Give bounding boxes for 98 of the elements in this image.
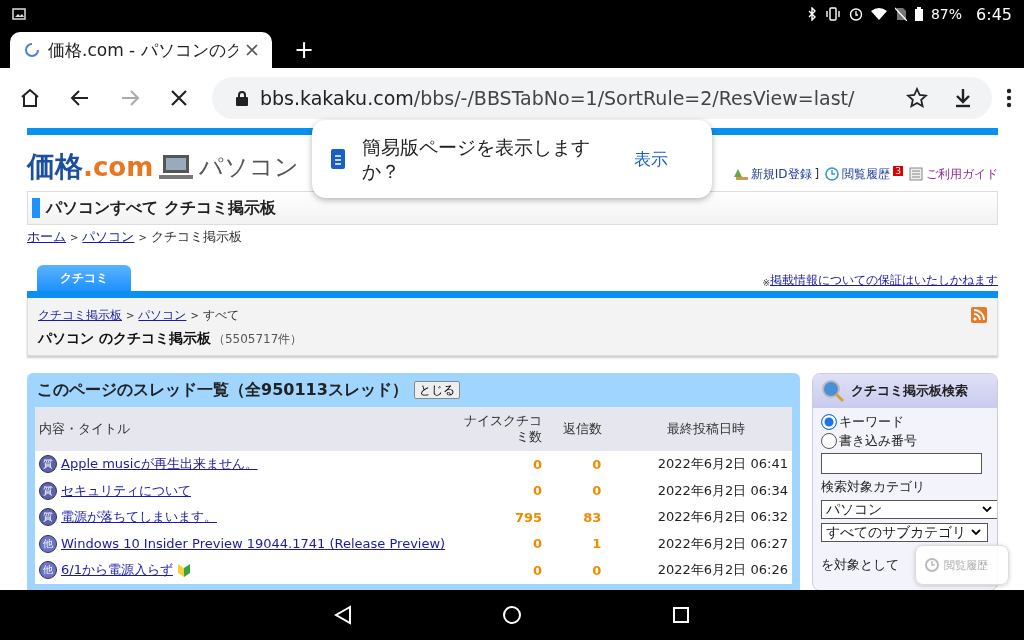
rss-icon[interactable]: [971, 307, 987, 323]
close-icon[interactable]: [246, 44, 258, 56]
question-icon: 質: [39, 508, 57, 527]
thread-title-link[interactable]: Windows 10 Insider Preview 19044.1741 (Release Preview): [61, 536, 446, 552]
table-cell: 83: [546, 504, 620, 531]
table-cell: 0: [449, 557, 547, 584]
image-icon: [12, 8, 26, 20]
column-header: 返信数: [546, 407, 620, 451]
url-text: bbs.kakaku.com/bbs/-/BBSTabNo=1/SortRule=2/ResView=last/: [260, 87, 855, 109]
laptop-icon: [159, 153, 194, 181]
table-cell: 0: [449, 530, 547, 557]
table-cell: 2022年6月2日 06:32: [619, 504, 792, 531]
column-header: ナイスクチコミ数: [449, 407, 547, 451]
chevron-down-icon: [982, 506, 992, 513]
recents-square-icon[interactable]: [672, 606, 690, 624]
lock-icon: [236, 90, 248, 106]
thread-list-heading: このページのスレッド一覧（全950113スレッド）: [37, 379, 408, 401]
disclaimer-link[interactable]: 掲載情報についての保証はいたしかねます: [770, 272, 998, 289]
radio-label: キーワード: [839, 412, 904, 431]
table-cell: 0: [546, 477, 620, 504]
radio-button[interactable]: [821, 432, 837, 449]
site-logo[interactable]: 価格.com: [27, 148, 154, 186]
category-label: 検索対象カテゴリ: [821, 478, 926, 496]
prompt-message: 簡易版ページを表示しますか？: [362, 135, 591, 183]
collapse-button[interactable]: とじる: [413, 381, 460, 399]
address-bar[interactable]: bbs.kakaku.com/bbs/-/BBSTabNo=1/SortRule=2/ResView=last/: [212, 77, 992, 119]
table-cell: 1: [546, 530, 620, 557]
document-icon: [330, 148, 346, 170]
title-marker: [32, 198, 40, 218]
clock-time: 6:45: [976, 4, 1012, 24]
breadcrumb-separator: >: [190, 310, 199, 321]
radio-label: 書き込み番号: [839, 431, 917, 450]
target-text: を対象として: [821, 556, 899, 574]
table-cell: 0: [546, 451, 620, 478]
new-tab-button[interactable]: +: [288, 36, 321, 64]
category-name: パソコン: [199, 152, 300, 183]
column-header: 最終投稿日時: [619, 407, 792, 451]
download-icon[interactable]: [954, 88, 972, 108]
home-icon[interactable]: [20, 88, 40, 108]
show-button[interactable]: 表示: [628, 143, 674, 175]
question-icon: 質: [39, 455, 57, 474]
breadcrumb-link[interactable]: ホーム: [27, 228, 66, 246]
clock-icon: [825, 167, 840, 181]
table-cell: 0: [546, 557, 620, 584]
thread-title-link[interactable]: 6/1から電源入らず: [61, 561, 173, 580]
page-title: パソコンすべて クチコミ掲示板: [46, 197, 276, 219]
dropdown[interactable]: パソコン: [821, 500, 997, 519]
count-badge: 3: [893, 165, 903, 176]
other-icon: 他: [39, 534, 57, 553]
no-sim-icon: [894, 7, 907, 21]
note-mark: ※: [762, 278, 770, 288]
other-icon: 他: [39, 561, 57, 580]
stop-icon[interactable]: [170, 89, 188, 107]
table-cell: 795: [449, 504, 547, 531]
battery-icon: [914, 7, 923, 21]
vibrate-icon: [824, 7, 841, 21]
table-cell: 2022年6月2日 06:34: [619, 477, 792, 504]
question-icon: 質: [39, 481, 57, 500]
header-link[interactable]: 新規ID登録: [750, 165, 812, 183]
header-link[interactable]: 閲覧履歴: [842, 165, 891, 183]
dropdown[interactable]: すべてのサブカテゴリ: [821, 523, 988, 542]
breadcrumb-text: クチコミ掲示板: [150, 228, 242, 246]
chevron-down-icon: [971, 529, 981, 536]
breadcrumb-separator: >: [126, 310, 135, 321]
breadcrumb-text: すべて: [202, 307, 239, 324]
more-menu-icon[interactable]: [1006, 88, 1012, 108]
battery-percentage: 87%: [930, 6, 963, 22]
thread-title-link[interactable]: セキュリティについて: [61, 481, 191, 500]
back-icon[interactable]: [70, 88, 90, 108]
bluetooth-icon: [806, 7, 817, 21]
table-cell: 2022年6月2日 06:27: [619, 530, 792, 557]
alarm-icon: [848, 7, 863, 21]
breadcrumb-separator: >: [70, 231, 79, 243]
thread-title-link[interactable]: Apple musicが再生出来ません。: [61, 455, 258, 474]
radio-button[interactable]: [821, 413, 837, 430]
breadcrumb-link[interactable]: パソコン: [138, 307, 187, 324]
home-circle-icon[interactable]: [502, 605, 522, 625]
bracket-text: ]: [814, 167, 820, 181]
table-cell: 0: [449, 451, 547, 478]
clock-icon: [924, 557, 940, 573]
keyword-input[interactable]: [821, 453, 982, 474]
back-triangle-icon[interactable]: [334, 605, 352, 625]
column-header: 内容・タイトル: [35, 407, 450, 451]
header-link[interactable]: ご利用ガイド: [926, 165, 998, 183]
document-icon: [909, 167, 923, 181]
breadcrumb-link[interactable]: クチコミ掲示板: [38, 307, 122, 324]
wifi-icon: [870, 7, 887, 21]
breadcrumb-separator: >: [138, 231, 147, 243]
star-icon[interactable]: [906, 87, 928, 109]
board-title: パソコン のクチコミ掲示板: [38, 330, 211, 346]
magnifier-icon: [821, 379, 845, 403]
thread-title-link[interactable]: 電源が落ちてしまいます。: [61, 508, 217, 527]
breadcrumb-link[interactable]: パソコン: [82, 228, 135, 246]
table-cell: 2022年6月2日 06:41: [619, 451, 792, 478]
search-panel-title: クチコミ掲示板検索: [851, 382, 968, 400]
table-cell: 0: [449, 477, 547, 504]
post-count: （5505717件）: [212, 332, 303, 346]
table-cell: 2022年6月2日 06:26: [619, 557, 792, 584]
